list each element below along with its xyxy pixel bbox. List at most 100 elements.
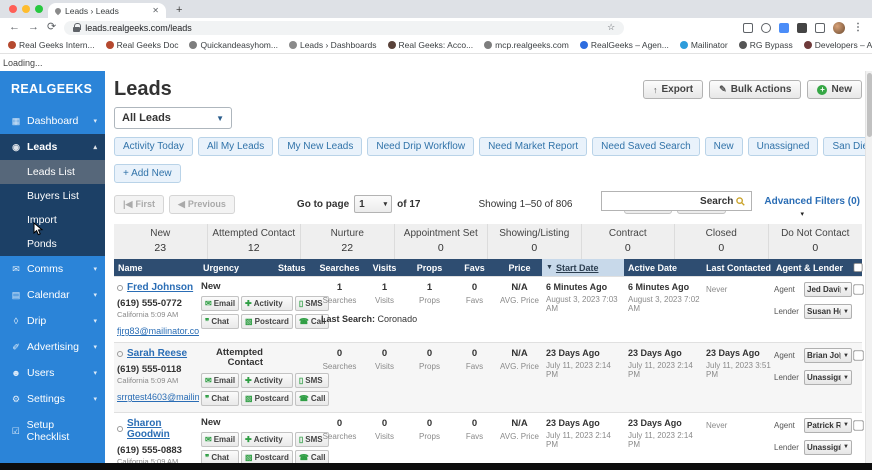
bookmark-item-3[interactable]: Leads › Dashboards	[289, 40, 377, 50]
bookmark-label[interactable]: Quickandeasyhom...	[200, 40, 277, 50]
bookmark-item-1[interactable]: Real Geeks Doc	[106, 40, 179, 50]
bookmark-item-6[interactable]: RealGeeks – Agen...	[580, 40, 669, 50]
bookmark-label[interactable]: mcp.realgeeks.com	[495, 40, 569, 50]
column-last-contacted[interactable]: Last Contacted	[702, 263, 772, 273]
bookmark-item-7[interactable]: Mailinator	[680, 40, 728, 50]
bookmark-label[interactable]: Real Geeks Intern...	[19, 40, 95, 50]
status-summary-cell-6[interactable]: Closed 0	[675, 224, 769, 259]
lead-email-link[interactable]: srrgtest4603@mailinator	[117, 392, 199, 402]
status-summary-cell-3[interactable]: Appointment Set 0	[395, 224, 489, 259]
agent-select[interactable]: Patrick Reav ▼	[804, 418, 852, 433]
bookmark-label[interactable]: Mailinator	[691, 40, 728, 50]
column-price[interactable]: Price	[497, 263, 542, 273]
status-summary-cell-1[interactable]: Attempted Contact 12	[208, 224, 302, 259]
lead-email-link[interactable]: fjrg83@mailinator.com	[117, 326, 199, 336]
sidebar-item-3[interactable]: ✐ Advertising ▾	[0, 334, 105, 360]
select-lead-checkbox[interactable]	[853, 350, 863, 360]
lead-view-select[interactable]: All Leads ▼	[114, 107, 232, 129]
address-bar[interactable]: leads.realgeeks.com/leads ☆	[64, 21, 624, 35]
scrollbar-thumb[interactable]	[867, 73, 872, 137]
close-window-button[interactable]	[9, 5, 17, 13]
filter-chip-5[interactable]: Need Saved Search	[592, 137, 700, 156]
lead-name-link[interactable]: Sarah Reese	[117, 348, 199, 359]
bookmark-star-icon[interactable]: ☆	[607, 22, 615, 33]
new-lead-button[interactable]: + New	[807, 80, 862, 99]
sidebar-item-0[interactable]: ✉ Comms ▾	[0, 256, 105, 282]
first-page-button[interactable]: |◀ First	[114, 195, 164, 214]
window-controls[interactable]	[9, 5, 43, 13]
crop-icon[interactable]	[761, 23, 771, 33]
lead-name-link[interactable]: Sharon Goodwin	[117, 418, 199, 440]
select-all-checkbox[interactable]	[854, 263, 863, 273]
lender-select[interactable]: Unassigned ▼	[804, 370, 852, 385]
minimize-window-button[interactable]	[22, 5, 30, 13]
status-summary-cell-7[interactable]: Do Not Contact 0	[769, 224, 863, 259]
column-status[interactable]: Status	[274, 263, 317, 273]
previous-page-button[interactable]: ◀ Previous	[169, 195, 235, 214]
bookmark-item-5[interactable]: mcp.realgeeks.com	[484, 40, 569, 50]
advanced-filters-link[interactable]: Advanced Filters (0)	[764, 196, 860, 207]
bookmark-label[interactable]: RealGeeks – Agen...	[591, 40, 669, 50]
column-name[interactable]: Name	[114, 263, 199, 273]
lender-select[interactable]: Susan Hendr ▼	[804, 304, 852, 319]
email-button[interactable]: ✉Email	[201, 296, 239, 311]
bookmark-label[interactable]: Real Geeks Doc	[117, 40, 179, 50]
filter-chip-6[interactable]: New	[705, 137, 743, 156]
chat-button[interactable]: ❞Chat	[201, 314, 239, 329]
pin-extension-icon[interactable]	[797, 23, 807, 33]
new-tab-button[interactable]: +	[176, 5, 182, 15]
bookmark-label[interactable]: Real Geeks: Acco...	[399, 40, 474, 50]
page-number-select[interactable]: 1 ▾	[354, 195, 392, 213]
sidebar-item-4[interactable]: ☻ Users ▾	[0, 360, 105, 386]
search-input[interactable]	[602, 193, 694, 209]
browser-tab[interactable]: Leads › Leads ✕	[48, 3, 166, 18]
status-summary-cell-5[interactable]: Contract 0	[582, 224, 676, 259]
activity-button[interactable]: ✚Activity	[241, 373, 293, 388]
agent-select[interactable]: Jed Davis ▼	[804, 282, 852, 297]
agent-select[interactable]: Brian Johnso ▼	[804, 348, 852, 363]
column-searches[interactable]: Searches	[317, 263, 362, 273]
side-panel-icon[interactable]	[815, 23, 825, 33]
sidebar-subitem-buyers-list[interactable]: Buyers List	[0, 184, 105, 208]
browser-menu-icon[interactable]: ⋮	[853, 22, 863, 33]
select-lead-checkbox[interactable]	[853, 420, 863, 430]
column-props[interactable]: Props	[407, 263, 452, 273]
chat-button[interactable]: ❞Chat	[201, 391, 239, 406]
status-summary-cell-4[interactable]: Showing/Listing 0	[488, 224, 582, 259]
bookmark-item-2[interactable]: Quickandeasyhom...	[189, 40, 277, 50]
email-button[interactable]: ✉Email	[201, 432, 239, 447]
filter-chip-0[interactable]: Activity Today	[114, 137, 193, 156]
sidebar-item-5[interactable]: ⚙ Settings ▾	[0, 386, 105, 412]
postcard-button[interactable]: ▧Postcard	[241, 314, 293, 329]
sidebar-item-leads[interactable]: ◉ Leads ▴	[0, 134, 105, 160]
filter-chip-3[interactable]: Need Drip Workflow	[367, 137, 474, 156]
column-start-date-sorted[interactable]: ▼ Start Date	[542, 259, 624, 276]
bulk-actions-button[interactable]: ✎ Bulk Actions	[709, 80, 801, 99]
profile-avatar[interactable]	[833, 22, 845, 34]
back-icon[interactable]: ←	[9, 22, 20, 33]
lender-select[interactable]: Unassigned ▼	[804, 440, 852, 455]
bookmark-item-9[interactable]: Developers – API 1...	[804, 40, 872, 50]
filter-chip-2[interactable]: My New Leads	[278, 137, 362, 156]
status-summary-cell-2[interactable]: Nurture 22	[301, 224, 395, 259]
column-agent-lender[interactable]: Agent & Lender	[772, 263, 852, 273]
sidebar-item-2[interactable]: ◊ Drip ▾	[0, 308, 105, 334]
column-favs[interactable]: Favs	[452, 263, 497, 273]
bookmark-item-4[interactable]: Real Geeks: Acco...	[388, 40, 474, 50]
lead-name-link[interactable]: Fred Johnson	[117, 282, 199, 293]
sidebar-item-6[interactable]: ☑ Setup Checklist	[0, 412, 105, 450]
sidebar-item-1[interactable]: ▤ Calendar ▾	[0, 282, 105, 308]
email-button[interactable]: ✉Email	[201, 373, 239, 388]
bookmark-item-8[interactable]: RG Bypass	[739, 40, 793, 50]
filter-chip-7[interactable]: Unassigned	[748, 137, 819, 156]
sidebar-item-0[interactable]: ▦ Dashboard ▾	[0, 108, 105, 134]
select-lead-checkbox[interactable]	[853, 284, 863, 294]
column-active-date[interactable]: Active Date	[624, 263, 702, 273]
bookmark-label[interactable]: Developers – API 1...	[815, 40, 872, 50]
url-text[interactable]: leads.realgeeks.com/leads	[85, 23, 192, 33]
search-button[interactable]: Search	[694, 196, 751, 207]
bookmark-item-0[interactable]: Real Geeks Intern...	[8, 40, 95, 50]
forward-icon[interactable]: →	[28, 22, 39, 33]
reload-icon[interactable]: ⟳	[47, 22, 56, 33]
postcard-button[interactable]: ▧Postcard	[241, 391, 293, 406]
